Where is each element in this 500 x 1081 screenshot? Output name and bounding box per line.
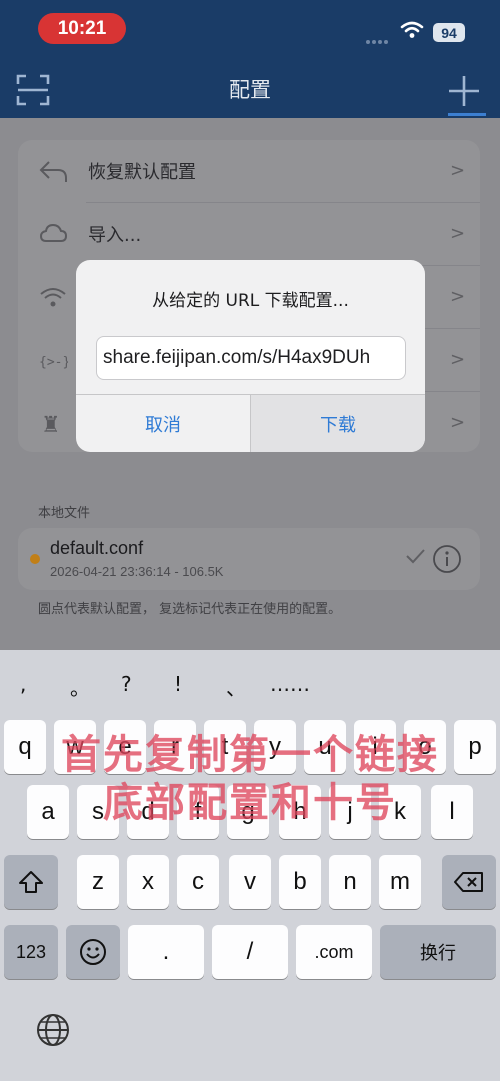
key-x[interactable]: x bbox=[127, 855, 169, 909]
nav-bar: 配置 bbox=[0, 60, 500, 118]
key-w[interactable]: w bbox=[54, 720, 96, 774]
punct-key[interactable]: , bbox=[20, 672, 26, 696]
info-icon[interactable] bbox=[432, 544, 462, 574]
download-button[interactable]: 下载 bbox=[251, 395, 425, 452]
dotcom-key[interactable]: .com bbox=[296, 925, 372, 979]
key-e[interactable]: e bbox=[104, 720, 146, 774]
key-z[interactable]: z bbox=[77, 855, 119, 909]
punct-key[interactable]: ! bbox=[174, 672, 182, 696]
key-s[interactable]: s bbox=[77, 785, 119, 839]
shift-key[interactable] bbox=[4, 855, 58, 909]
file-name: default.conf bbox=[50, 538, 144, 558]
key-k[interactable]: k bbox=[379, 785, 421, 839]
key-a[interactable]: a bbox=[27, 785, 69, 839]
backspace-key[interactable] bbox=[442, 855, 496, 909]
key-h[interactable]: h bbox=[279, 785, 321, 839]
file-meta: 2026-04-21 23:36:14 - 106.5K bbox=[50, 564, 224, 579]
settings-row-import[interactable]: 导入... > bbox=[18, 203, 480, 265]
signal-dots-icon bbox=[366, 29, 392, 44]
chevron-right-icon: > bbox=[450, 412, 466, 433]
key-b[interactable]: b bbox=[279, 855, 321, 909]
numbers-key[interactable]: 123 bbox=[4, 925, 58, 979]
undo-arrow-icon bbox=[39, 161, 67, 182]
return-key[interactable]: 换行 bbox=[380, 925, 496, 979]
settings-row-label: 导入... bbox=[88, 225, 142, 246]
battery-icon: 94 bbox=[433, 23, 465, 42]
punct-key[interactable]: ? bbox=[121, 672, 132, 696]
plus-icon[interactable] bbox=[446, 73, 482, 109]
period-key[interactable]: . bbox=[128, 925, 204, 979]
status-time: 10:21 bbox=[38, 13, 126, 44]
chevron-right-icon: > bbox=[450, 160, 466, 181]
chevron-right-icon: > bbox=[450, 349, 466, 370]
slash-key[interactable]: / bbox=[212, 925, 288, 979]
punct-key[interactable]: …… bbox=[270, 672, 310, 696]
settings-row-label: 恢复默认配置 bbox=[88, 162, 196, 183]
shift-icon bbox=[19, 871, 43, 893]
key-d[interactable]: d bbox=[127, 785, 169, 839]
checkmark-icon bbox=[406, 549, 425, 564]
emoji-key[interactable] bbox=[66, 925, 120, 979]
dialog-title: 从给定的 URL 下载配置... bbox=[152, 291, 349, 311]
status-bar: 10:21 94 bbox=[0, 0, 500, 60]
key-v[interactable]: v bbox=[229, 855, 271, 909]
key-i[interactable]: i bbox=[354, 720, 396, 774]
chess-icon: ♜ bbox=[41, 413, 61, 436]
settings-row-restore-default[interactable]: 恢复默认配置 > bbox=[18, 140, 480, 202]
section-title-local-files: 本地文件 bbox=[38, 506, 91, 521]
key-j[interactable]: j bbox=[329, 785, 371, 839]
punct-key[interactable]: 。 bbox=[70, 672, 90, 701]
key-n[interactable]: n bbox=[329, 855, 371, 909]
key-g[interactable]: g bbox=[227, 785, 269, 839]
key-c[interactable]: c bbox=[177, 855, 219, 909]
default-dot-indicator bbox=[30, 554, 40, 564]
emoji-icon bbox=[80, 939, 106, 965]
key-t[interactable]: t bbox=[204, 720, 246, 774]
key-f[interactable]: f bbox=[177, 785, 219, 839]
page-title: 配置 bbox=[229, 78, 271, 102]
key-r[interactable]: r bbox=[154, 720, 196, 774]
wifi-icon bbox=[400, 21, 424, 38]
key-l[interactable]: l bbox=[431, 785, 473, 839]
key-q[interactable]: q bbox=[4, 720, 46, 774]
punct-key[interactable]: 、 bbox=[226, 672, 246, 701]
svg-text:{>-}: {>-} bbox=[39, 355, 68, 370]
wifi-icon bbox=[40, 288, 66, 307]
keyboard: , 。 ? ! 、 …… q w e r t y u i o p a s d f… bbox=[0, 650, 500, 1081]
globe-icon[interactable] bbox=[36, 1013, 70, 1047]
file-item-default[interactable]: default.conf 2026-04-21 23:36:14 - 106.5… bbox=[18, 528, 480, 590]
cloud-icon bbox=[39, 223, 68, 242]
key-o[interactable]: o bbox=[404, 720, 446, 774]
download-config-dialog: 从给定的 URL 下载配置... 取消 下载 bbox=[76, 260, 425, 452]
url-input[interactable] bbox=[96, 336, 406, 380]
key-p[interactable]: p bbox=[454, 720, 496, 774]
punctuation-suggestions: , 。 ? ! 、 …… bbox=[0, 672, 500, 702]
key-y[interactable]: y bbox=[254, 720, 296, 774]
key-m[interactable]: m bbox=[379, 855, 421, 909]
footnote: 圆点代表默认配置， 复选标记代表正在使用的配置。 bbox=[38, 602, 342, 617]
plus-underline bbox=[448, 113, 486, 116]
code-braces-icon: {>-} bbox=[39, 355, 68, 370]
key-u[interactable]: u bbox=[304, 720, 346, 774]
chevron-right-icon: > bbox=[450, 286, 466, 307]
svg-text:♜: ♜ bbox=[41, 413, 61, 436]
chevron-right-icon: > bbox=[450, 223, 466, 244]
backspace-icon bbox=[454, 872, 483, 892]
cancel-button[interactable]: 取消 bbox=[76, 395, 250, 452]
